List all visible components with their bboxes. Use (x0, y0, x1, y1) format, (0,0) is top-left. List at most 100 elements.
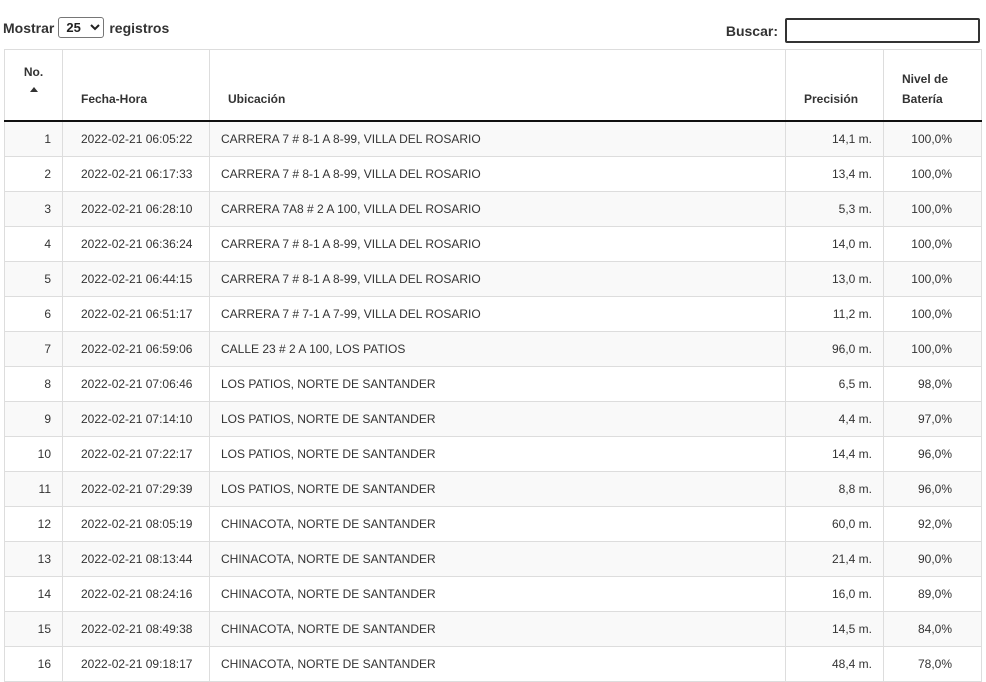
table-row[interactable]: 9 2022-02-21 07:14:10 LOS PATIOS, NORTE DE… (4, 401, 982, 437)
cell-number: 16 (4, 646, 63, 682)
cell-precision: 48,4 m. (785, 646, 884, 682)
cell-battery: 96,0% (883, 436, 982, 472)
cell-battery: 100,0% (883, 226, 982, 262)
cell-location: CALLE 23 # 2 A 100, LOS PATIOS (209, 331, 786, 367)
cell-location: CARRERA 7A8 # 2 A 100, VILLA DEL ROSARIO (209, 191, 786, 227)
table-row[interactable]: 10 2022-02-21 07:22:17 LOS PATIOS, NORTE D… (4, 436, 982, 472)
column-header-location[interactable]: Ubicación (209, 49, 786, 122)
cell-precision: 96,0 m. (785, 331, 884, 367)
show-label: Mostrar (3, 19, 55, 36)
table-row[interactable]: 7 2022-02-21 06:59:06 CALLE 23 # 2 A 100, … (4, 331, 982, 367)
table-row[interactable]: 4 2022-02-21 06:36:24 CARRERA 7 # 8-1 A 8-… (4, 226, 982, 262)
cell-datetime: 2022-02-21 06:17:33 (62, 156, 210, 192)
cell-location: CHINACOTA, NORTE DE SANTANDER (209, 611, 786, 647)
cell-precision: 21,4 m. (785, 541, 884, 577)
column-header-datetime[interactable]: Fecha-Hora (62, 49, 210, 122)
cell-number: 2 (4, 156, 63, 192)
cell-location: CHINACOTA, NORTE DE SANTANDER (209, 576, 786, 612)
table-row[interactable]: 5 2022-02-21 06:44:15 CARRERA 7 # 8-1 A 8-… (4, 261, 982, 297)
locations-table: No. Fecha-Hora Ubicación Precisión Nivel… (4, 49, 982, 682)
cell-location: CARRERA 7 # 8-1 A 8-99, VILLA DEL ROSARI… (209, 226, 786, 262)
cell-precision: 14,0 m. (785, 226, 884, 262)
cell-datetime: 2022-02-21 07:22:17 (62, 436, 210, 472)
cell-datetime: 2022-02-21 08:05:19 (62, 506, 210, 542)
cell-datetime: 2022-02-21 08:49:38 (62, 611, 210, 647)
column-header-battery[interactable]: Nivel de Batería (883, 49, 982, 122)
table-controls: Mostrar 25 registros Buscar: (0, 0, 986, 48)
cell-number: 10 (4, 436, 63, 472)
column-header-precision[interactable]: Precisión (785, 49, 884, 122)
cell-location: CARRERA 7 # 7-1 A 7-99, VILLA DEL ROSARI… (209, 296, 786, 332)
cell-location: CARRERA 7 # 8-1 A 8-99, VILLA DEL ROSARI… (209, 156, 786, 192)
cell-precision: 6,5 m. (785, 366, 884, 402)
cell-location: CARRERA 7 # 8-1 A 8-99, VILLA DEL ROSARI… (209, 120, 786, 157)
cell-datetime: 2022-02-21 09:18:17 (62, 646, 210, 682)
cell-battery: 97,0% (883, 401, 982, 437)
table-row[interactable]: 12 2022-02-21 08:05:19 CHINACOTA, NORTE DE… (4, 506, 982, 542)
sort-ascending-icon (29, 87, 38, 92)
cell-battery: 100,0% (883, 331, 982, 367)
cell-number: 8 (4, 366, 63, 402)
cell-location: CARRERA 7 # 8-1 A 8-99, VILLA DEL ROSARI… (209, 261, 786, 297)
cell-location: CHINACOTA, NORTE DE SANTANDER (209, 541, 786, 577)
cell-datetime: 2022-02-21 07:06:46 (62, 366, 210, 402)
cell-datetime: 2022-02-21 08:13:44 (62, 541, 210, 577)
table-row[interactable]: 6 2022-02-21 06:51:17 CARRERA 7 # 7-1 A 7-… (4, 296, 982, 332)
cell-precision: 14,1 m. (785, 120, 884, 157)
search-control: Buscar: (726, 18, 980, 43)
page-size-select[interactable]: 25 (58, 17, 105, 38)
table-row[interactable]: 14 2022-02-21 08:24:16 CHINACOTA, NORTE DE… (4, 576, 982, 612)
cell-battery: 100,0% (883, 156, 982, 192)
cell-number: 12 (4, 506, 63, 542)
table-row[interactable]: 11 2022-02-21 07:29:39 LOS PATIOS, NORTE D… (4, 471, 982, 507)
table-row[interactable]: 16 2022-02-21 09:18:17 CHINACOTA, NORTE DE… (4, 646, 982, 682)
column-header-battery-line1: Nivel de (902, 72, 949, 86)
cell-datetime: 2022-02-21 06:44:15 (62, 261, 210, 297)
cell-precision: 8,8 m. (785, 471, 884, 507)
cell-number: 13 (4, 541, 63, 577)
cell-location: CHINACOTA, NORTE DE SANTANDER (209, 506, 786, 542)
cell-number: 15 (4, 611, 63, 647)
cell-battery: 78,0% (883, 646, 982, 682)
cell-datetime: 2022-02-21 06:05:22 (62, 120, 210, 157)
cell-number: 7 (4, 331, 63, 367)
cell-battery: 84,0% (883, 611, 982, 647)
table-body: 1 2022-02-21 06:05:22 CARRERA 7 # 8-1 A 8-… (4, 120, 982, 682)
cell-number: 5 (4, 261, 63, 297)
cell-datetime: 2022-02-21 06:28:10 (62, 191, 210, 227)
cell-number: 3 (4, 191, 63, 227)
cell-number: 9 (4, 401, 63, 437)
cell-battery: 98,0% (883, 366, 982, 402)
cell-location: LOS PATIOS, NORTE DE SANTANDER (209, 366, 786, 402)
cell-precision: 16,0 m. (785, 576, 884, 612)
cell-battery: 100,0% (883, 261, 982, 297)
cell-datetime: 2022-02-21 06:59:06 (62, 331, 210, 367)
cell-battery: 96,0% (883, 471, 982, 507)
cell-location: LOS PATIOS, NORTE DE SANTANDER (209, 436, 786, 472)
cell-precision: 5,3 m. (785, 191, 884, 227)
search-label: Buscar: (725, 22, 778, 39)
cell-location: CHINACOTA, NORTE DE SANTANDER (209, 646, 786, 682)
table-row[interactable]: 8 2022-02-21 07:06:46 LOS PATIOS, NORTE DE… (4, 366, 982, 402)
search-input[interactable] (785, 18, 980, 43)
cell-number: 14 (4, 576, 63, 612)
column-header-no-label: No. (23, 65, 44, 79)
table-row[interactable]: 1 2022-02-21 06:05:22 CARRERA 7 # 8-1 A 8-… (4, 120, 982, 157)
cell-battery: 100,0% (883, 296, 982, 332)
cell-datetime: 2022-02-21 07:14:10 (62, 401, 210, 437)
cell-battery: 100,0% (883, 191, 982, 227)
records-label: registros (109, 19, 170, 36)
table-row[interactable]: 3 2022-02-21 06:28:10 CARRERA 7A8 # 2 A 10… (4, 191, 982, 227)
table-row[interactable]: 2 2022-02-21 06:17:33 CARRERA 7 # 8-1 A 8-… (4, 156, 982, 192)
cell-datetime: 2022-02-21 06:36:24 (62, 226, 210, 262)
cell-precision: 13,0 m. (785, 261, 884, 297)
column-header-battery-line2: Batería (902, 92, 943, 106)
table-row[interactable]: 15 2022-02-21 08:49:38 CHINACOTA, NORTE DE… (4, 611, 982, 647)
cell-battery: 89,0% (883, 576, 982, 612)
cell-precision: 4,4 m. (785, 401, 884, 437)
cell-precision: 14,5 m. (785, 611, 884, 647)
table-row[interactable]: 13 2022-02-21 08:13:44 CHINACOTA, NORTE DE… (4, 541, 982, 577)
column-header-no[interactable]: No. (4, 49, 63, 122)
cell-precision: 11,2 m. (785, 296, 884, 332)
cell-number: 11 (4, 471, 63, 507)
